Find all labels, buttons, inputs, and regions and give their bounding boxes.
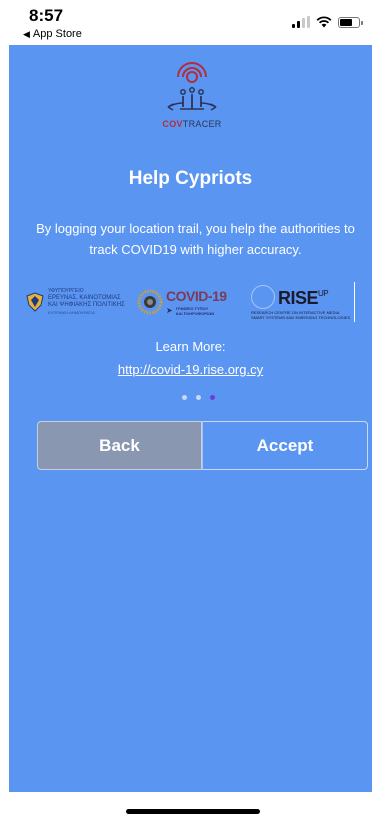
covtracer-logo: COVTRACER: [154, 55, 230, 133]
covid19-press-office-logo: COVID-19 ➤ ΓΡΑΦΕΙΟ ΤΥΠΟΥ ΚΑΙ ΠΛΗΡΟΦΟΡΙΩΝ: [137, 289, 247, 316]
rise-circle-icon: [251, 285, 275, 309]
rise-subtitle-2: SMART SYSTEMS AND EMERGING TECHNOLOGIES: [251, 315, 351, 320]
cellular-signal-icon: [292, 16, 310, 28]
onboarding-screen: COVTRACER Help Cypriots By logging your …: [9, 45, 372, 792]
description-text: By logging your location trail, you help…: [36, 221, 355, 257]
status-icons: [292, 16, 363, 28]
cyprus-emblem-icon: [26, 292, 44, 312]
rise-wordmark: RISEUP: [278, 288, 329, 308]
ministry-line-4: ΚΥΠΡΙΑΚΗ ΔΗΜΟΚΡΑΤΙΑ: [48, 310, 95, 315]
covid19-title: COVID-19: [166, 287, 227, 304]
ministry-line-3: ΚΑΙ ΨΗΦΙΑΚΗΣ ΠΟΛΙΤΙΚΗΣ: [48, 302, 125, 308]
accept-button[interactable]: Accept: [202, 421, 368, 470]
ministry-line-1: ΥΦΥΠΟΥΡΓΕΙΟ: [48, 288, 84, 294]
ministry-line-2: ΕΡΕΥΝΑΣ, ΚΑΙΝΟΤΟΜΙΑΣ: [48, 295, 121, 301]
page-dot[interactable]: [196, 395, 201, 400]
arrow-icon: ➤: [166, 306, 173, 315]
status-time: 8:57: [29, 6, 64, 25]
back-app-label: App Store: [32, 28, 82, 40]
battery-icon: [338, 16, 363, 28]
rise-logo: RISEUP RESEARCH CENTRE ON INTERACTIVE ME…: [251, 282, 355, 322]
home-indicator[interactable]: [126, 809, 260, 814]
learn-more-label: Learn More:: [155, 339, 226, 354]
sunburst-emblem-icon: [137, 289, 163, 315]
logo-wordmark: COVTRACER: [162, 119, 222, 129]
partner-logos: ΥΦΥΠΟΥΡΓΕΙΟ ΕΡΕΥΝΑΣ, ΚΑΙΝΟΤΟΜΙΑΣ ΚΑΙ ΨΗΦ…: [25, 282, 358, 322]
learn-more-link[interactable]: http://covid-19.rise.org.cy: [9, 362, 372, 377]
page-title: Help Cypriots: [128, 168, 253, 189]
back-to-app-store-link[interactable]: ◀ App Store: [23, 28, 82, 40]
press-office-line-2: ΚΑΙ ΠΛΗΡΟΦΟΡΙΩΝ: [175, 310, 215, 316]
ministry-logo: ΥΦΥΠΟΥΡΓΕΙΟ ΕΡΕΥΝΑΣ, ΚΑΙΝΟΤΟΜΙΑΣ ΚΑΙ ΨΗΦ…: [25, 288, 135, 316]
wifi-icon: [316, 16, 332, 28]
covtracer-people-signal-icon: [167, 62, 217, 111]
page-dot[interactable]: [182, 395, 187, 400]
phone-frame: 8:57 ◀ App Store COVTRACER Help Cypriots…: [9, 0, 372, 821]
page-indicator: [182, 395, 215, 400]
back-button[interactable]: Back: [37, 421, 202, 470]
status-bar: 8:57 ◀ App Store: [9, 0, 372, 45]
page-dot-active[interactable]: [210, 395, 215, 400]
triangle-left-icon: ◀: [23, 29, 30, 39]
